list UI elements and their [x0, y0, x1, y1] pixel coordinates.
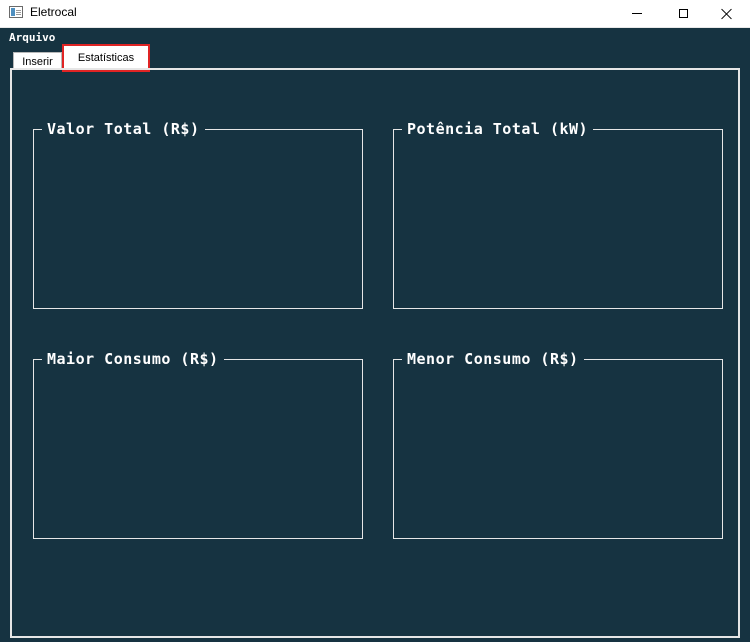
minimize-button[interactable]	[614, 0, 660, 27]
group-title-potencia-total: Potência Total (kW)	[402, 120, 594, 138]
title-bar: Eletrocal	[0, 0, 750, 28]
group-valor-total: Valor Total (R$)	[33, 120, 363, 309]
close-button[interactable]	[704, 0, 750, 27]
menu-arquivo[interactable]: Arquivo	[9, 31, 55, 44]
close-icon	[721, 8, 733, 20]
group-maior-consumo: Maior Consumo (R$)	[33, 350, 363, 539]
group-title-valor-total: Valor Total (R$)	[42, 120, 205, 138]
group-potencia-total: Potência Total (kW)	[393, 120, 723, 309]
group-menor-consumo: Menor Consumo (R$)	[393, 350, 723, 539]
group-title-menor-consumo: Menor Consumo (R$)	[402, 350, 584, 368]
minimize-icon	[632, 13, 642, 14]
window-title: Eletrocal	[30, 5, 77, 19]
app-window-icon[interactable]	[9, 6, 23, 18]
maximize-button[interactable]	[660, 0, 706, 27]
group-title-maior-consumo: Maior Consumo (R$)	[42, 350, 224, 368]
maximize-icon	[678, 9, 688, 18]
